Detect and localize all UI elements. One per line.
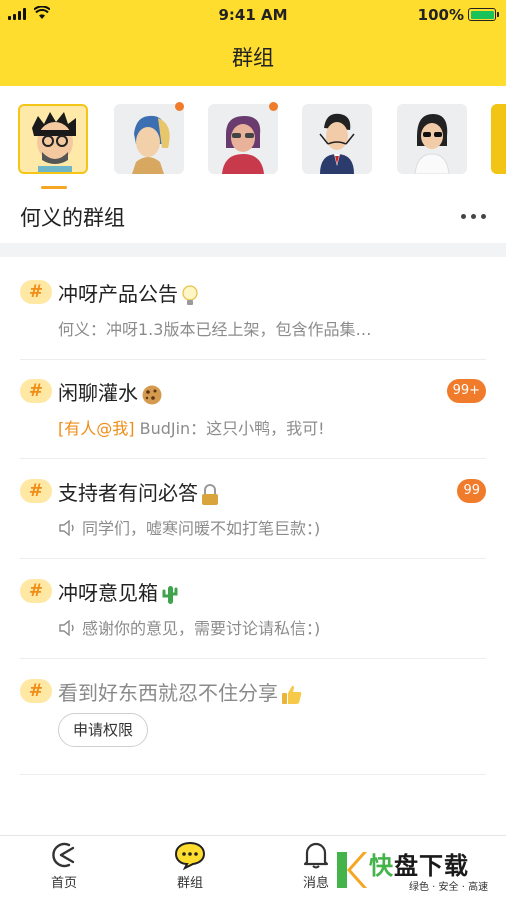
group-row[interactable]: # 冲呀产品公告 何义：冲呀1.3版本已经上架，包含作品集… [20, 280, 486, 360]
chat-bubble-icon [174, 841, 206, 870]
unread-dot [175, 102, 184, 111]
group-last-message: 何义：冲呀1.3版本已经上架，包含作品集… [58, 320, 372, 339]
k-logo-icon [337, 852, 367, 888]
top-bar: 9:41 AM 100% 群组 [0, 0, 506, 86]
avatar-dali-icon [319, 113, 355, 174]
watermark-logo: 快盘下载 绿色 · 安全 · 高速 [333, 846, 503, 896]
avatar-2[interactable] [114, 104, 184, 174]
group-owner-avatar-strip[interactable] [0, 100, 506, 184]
battery-icon [468, 8, 499, 21]
hash-icon: # [20, 479, 52, 503]
mention-tag: [有人@我] [58, 419, 135, 438]
more-options-icon[interactable] [461, 214, 486, 219]
watermark-slogan: 绿色 · 安全 · 高速 [409, 882, 489, 893]
watermark-title: 快盘下载 [369, 852, 469, 880]
hash-icon: # [20, 280, 52, 304]
unread-count-badge: 99 [457, 479, 486, 503]
bell-icon [303, 842, 329, 869]
battery-percent: 100% [417, 6, 464, 24]
group-row[interactable]: # 冲呀意见箱 感谢你的意见，需要讨论请私信：) [20, 579, 486, 659]
group-last-message: 同学们，嘘寒问暖不如打笔巨款：) [58, 515, 320, 539]
hash-icon: # [20, 579, 52, 603]
cookie-icon [142, 385, 162, 404]
group-name: 支持者有问必答 [58, 477, 219, 506]
avatar-3[interactable] [208, 104, 278, 174]
page-title: 群组 [232, 46, 274, 70]
group-last-message: 感谢你的意见，需要讨论请私信：) [58, 615, 320, 639]
group-name: 冲呀产品公告 [58, 278, 199, 307]
hash-icon: # [20, 379, 52, 403]
tab-home-label: 首页 [50, 876, 77, 891]
group-name: 闲聊灌水 [58, 377, 163, 406]
home-icon [52, 842, 75, 868]
avatar-woman-icon [222, 116, 264, 174]
tab-home[interactable]: 首页 [24, 840, 104, 891]
cactus-icon [162, 585, 178, 604]
request-permission-button[interactable]: 申请权限 [58, 713, 149, 747]
speaker-icon [59, 520, 74, 536]
unread-dot [269, 102, 278, 111]
avatar-6-partial[interactable] [491, 104, 506, 174]
selected-avatar-indicator [41, 186, 67, 189]
group-last-message: [有人@我] BudJin：这只小鸭，我可! [58, 419, 325, 438]
bulb-icon [182, 284, 198, 305]
group-row[interactable]: # 看到好东西就忍不住分享 申请权限 [20, 679, 486, 775]
section-title: 何义的群组 [20, 206, 125, 230]
tab-groups-label: 群组 [176, 876, 203, 891]
section-header: 何义的群组 [0, 196, 506, 240]
group-name: 看到好东西就忍不住分享 [58, 677, 303, 706]
tab-groups[interactable]: 群组 [150, 840, 230, 891]
avatar-1[interactable] [18, 104, 88, 174]
hash-icon: # [20, 679, 52, 703]
avatar-5[interactable] [397, 104, 467, 174]
avatar-man-glasses-icon [32, 112, 76, 172]
unread-count-badge: 99+ [446, 379, 486, 403]
group-row[interactable]: # 支持者有问必答 同学们，嘘寒问暖不如打笔巨款：) 99 [20, 479, 486, 559]
group-name: 冲呀意见箱 [58, 577, 179, 606]
thumbs-up-icon [282, 685, 302, 704]
group-row[interactable]: # 闲聊灌水 [有人@我] BudJin：这只小鸭，我可! 99+ [20, 379, 486, 459]
lock-icon [202, 483, 218, 505]
avatar-man-sunglasses-icon [414, 114, 450, 174]
avatar-4[interactable] [302, 104, 372, 174]
status-bar: 9:41 AM 100% [0, 0, 506, 32]
avatar-girl-pearl-icon [132, 115, 170, 174]
speaker-icon [59, 620, 74, 636]
section-divider [0, 243, 506, 257]
